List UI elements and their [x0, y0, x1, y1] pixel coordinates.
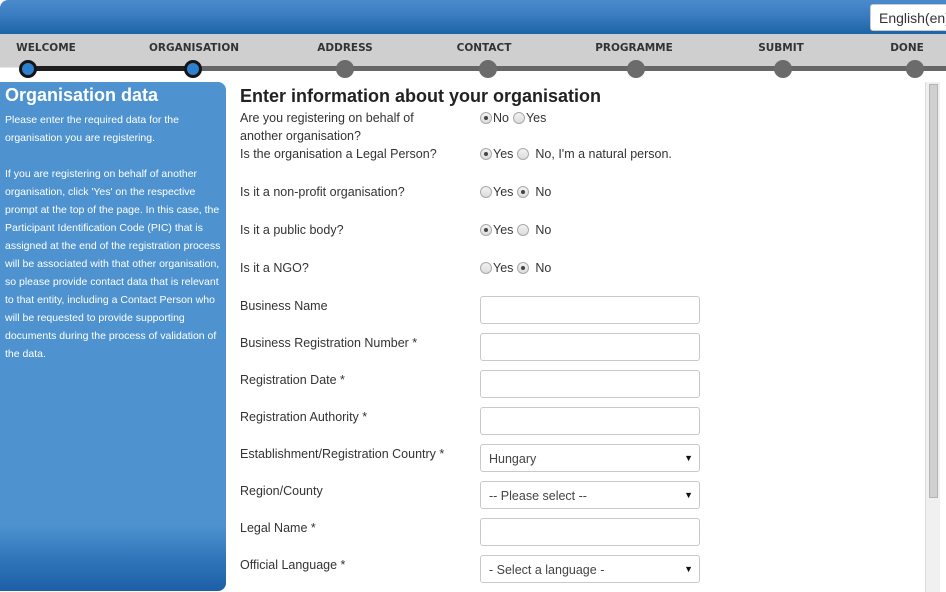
help-sidebar: Organisation data Please enter the requi…	[0, 82, 226, 591]
step-label-welcome: WELCOME	[16, 42, 76, 54]
page-title: Enter information about your organisatio…	[240, 86, 602, 106]
step-dot-done	[906, 60, 924, 78]
field-label: Region/County	[240, 484, 323, 498]
sidebar-intro-text: Please enter the required data for the o…	[5, 114, 179, 144]
radio-button-selected[interactable]	[480, 224, 492, 236]
language-selector-button[interactable]: English(en)	[870, 4, 946, 31]
radio-group-legal-person: Yes No, I'm a natural person.	[480, 145, 672, 163]
field-label: Business Registration Number *	[240, 336, 418, 350]
business-name-input[interactable]	[480, 296, 700, 324]
radio-button[interactable]	[512, 112, 525, 124]
step-label-contact: CONTACT	[456, 42, 512, 54]
step-dot-organisation[interactable]	[184, 60, 202, 78]
question-label: Is it a NGO?	[240, 261, 309, 275]
radio-legal-person-no[interactable]: No, I'm a natural person.	[513, 145, 672, 163]
radio-ngo-yes[interactable]: Yes	[480, 259, 513, 277]
sidebar-title: Organisation data	[5, 85, 159, 105]
radio-button-selected[interactable]	[517, 186, 530, 198]
select-value: Hungary	[489, 452, 537, 466]
radio-button[interactable]	[517, 224, 530, 236]
radio-group-public-body: Yes No	[480, 221, 551, 239]
radio-label: Yes	[493, 147, 514, 161]
radio-label: Yes	[525, 111, 547, 125]
vertical-scrollbar[interactable]	[925, 82, 940, 592]
radio-on-behalf-no[interactable]: No	[480, 109, 509, 127]
field-label: Official Language *	[240, 558, 346, 572]
step-label-programme: PROGRAMME	[595, 42, 673, 54]
radio-button-selected[interactable]	[517, 262, 530, 274]
radio-label: Yes	[493, 185, 514, 199]
radio-button[interactable]	[480, 186, 492, 198]
registration-country-select[interactable]: Hungary ▼	[480, 444, 700, 472]
question-label: Is the organisation a Legal Person?	[240, 147, 437, 161]
radio-button-selected[interactable]	[480, 148, 492, 160]
field-label: Registration Authority *	[240, 410, 368, 424]
radio-on-behalf-yes[interactable]: Yes	[512, 109, 547, 127]
radio-label: Yes	[493, 261, 514, 275]
field-label: Registration Date *	[240, 373, 345, 387]
question-label: Are you registering on behalf of another…	[240, 111, 414, 143]
step-dot-address	[336, 60, 354, 78]
field-label: Legal Name *	[240, 521, 316, 535]
radio-label: No	[535, 185, 552, 199]
radio-public-body-yes[interactable]: Yes	[480, 221, 513, 239]
top-header-bar: English(en)	[0, 0, 946, 34]
radio-button[interactable]	[480, 262, 492, 274]
progress-track-pending	[193, 66, 946, 71]
radio-label: No	[535, 261, 552, 275]
dropdown-arrow-icon: ▼	[684, 453, 693, 463]
business-registration-number-input[interactable]	[480, 333, 700, 361]
radio-group-non-profit: Yes No	[480, 183, 551, 201]
radio-non-profit-no[interactable]: No	[513, 183, 551, 201]
registration-date-input[interactable]	[480, 370, 700, 398]
step-label-organisation: ORGANISATION	[148, 42, 240, 54]
step-dot-contact	[479, 60, 497, 78]
radio-label: No	[493, 111, 509, 125]
radio-button[interactable]	[517, 148, 530, 160]
radio-label: No	[535, 223, 552, 237]
select-value: -- Please select --	[489, 489, 587, 503]
dropdown-arrow-icon: ▼	[684, 564, 693, 574]
step-dot-submit	[774, 60, 792, 78]
step-label-done: DONE	[890, 42, 924, 54]
step-dot-welcome[interactable]	[19, 60, 37, 78]
region-county-select[interactable]: -- Please select -- ▼	[480, 481, 700, 509]
field-label: Establishment/Registration Country *	[240, 447, 445, 461]
organisation-form: Enter information about your organisatio…	[240, 82, 920, 592]
select-value: - Select a language -	[489, 563, 605, 577]
radio-ngo-no[interactable]: No	[513, 259, 551, 277]
step-label-submit: SUBMIT	[758, 42, 804, 54]
scrollbar-thumb[interactable]	[929, 84, 938, 498]
official-language-select[interactable]: - Select a language - ▼	[480, 555, 700, 583]
progress-track-completed	[27, 66, 193, 71]
step-label-address: ADDRESS	[317, 42, 373, 54]
dropdown-arrow-icon: ▼	[684, 490, 693, 500]
radio-label: Yes	[493, 223, 514, 237]
step-dot-programme	[627, 60, 645, 78]
field-label: Business Name	[240, 299, 328, 313]
registration-progress-steps: WELCOME ORGANISATION ADDRESS CONTACT PRO…	[0, 34, 946, 82]
question-label: Is it a non-profit organisation?	[240, 185, 405, 199]
registration-authority-input[interactable]	[480, 407, 700, 435]
radio-non-profit-yes[interactable]: Yes	[480, 183, 513, 201]
sidebar-behalf-text: If you are registering on behalf of anot…	[5, 168, 221, 360]
legal-name-input[interactable]	[480, 518, 700, 546]
radio-legal-person-yes[interactable]: Yes	[480, 145, 513, 163]
radio-group-on-behalf: No Yes	[480, 109, 546, 127]
radio-button-selected[interactable]	[480, 112, 492, 124]
radio-label: No, I'm a natural person.	[535, 147, 672, 161]
question-label: Is it a public body?	[240, 223, 344, 237]
radio-public-body-no[interactable]: No	[513, 221, 551, 239]
radio-group-ngo: Yes No	[480, 259, 551, 277]
